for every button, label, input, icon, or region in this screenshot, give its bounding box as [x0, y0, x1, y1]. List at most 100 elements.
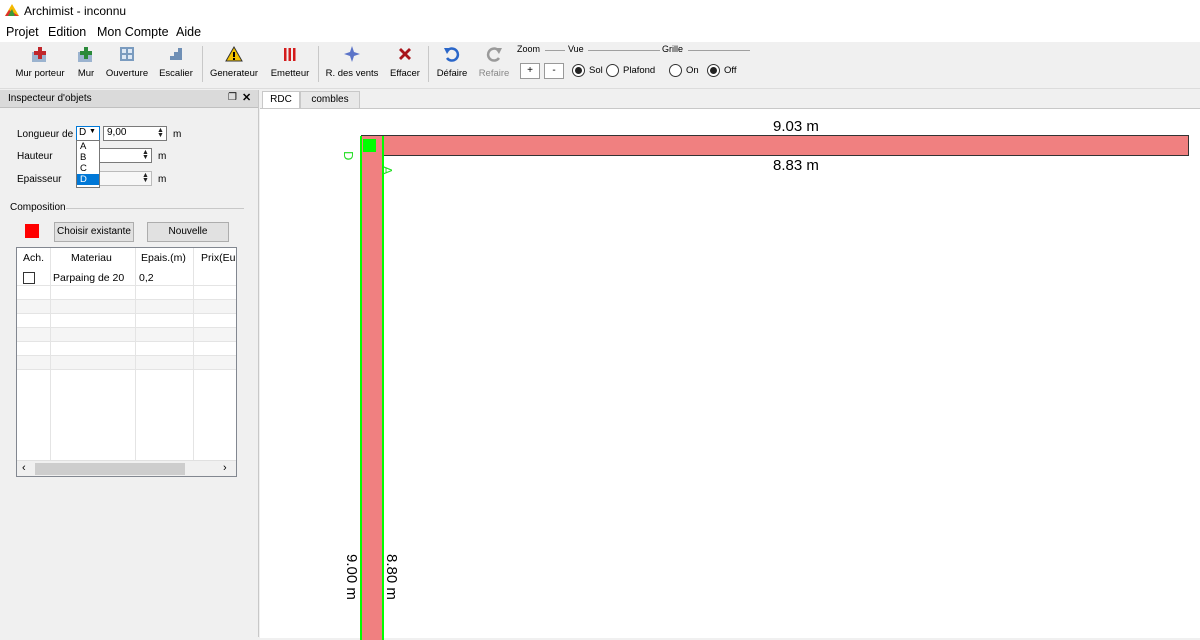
- epaisseur-input[interactable]: ▲ ▼: [98, 171, 152, 186]
- mur-porteur-button[interactable]: Mur porteur: [12, 46, 68, 86]
- dropdown-option-b[interactable]: B: [77, 152, 99, 163]
- chevron-down-icon: ▼: [89, 128, 96, 135]
- wall-left-selected[interactable]: [360, 136, 384, 640]
- wall-top[interactable]: [361, 135, 1189, 156]
- grille-on-label: On: [686, 65, 699, 76]
- toolbar-separator: [318, 46, 319, 82]
- longueur-input[interactable]: 9,00 ▲ ▼: [103, 126, 167, 141]
- col-header-prix[interactable]: Prix(Eu: [201, 252, 235, 264]
- vue-sol-label: Sol: [589, 65, 603, 76]
- vue-sol-radio[interactable]: [572, 64, 585, 77]
- group-line: [688, 50, 750, 51]
- grille-on-radio[interactable]: [669, 64, 682, 77]
- mur-button[interactable]: Mur: [74, 46, 98, 86]
- warning-icon: [208, 45, 260, 68]
- scroll-left-icon[interactable]: ‹: [22, 462, 26, 474]
- zoom-out-button[interactable]: -: [544, 63, 564, 79]
- emetteur-button[interactable]: Emetteur: [268, 46, 312, 86]
- inspector-title: Inspecteur d'objets: [8, 93, 92, 104]
- float-icon[interactable]: ❐: [228, 92, 237, 103]
- scrollbar-thumb[interactable]: [35, 463, 185, 475]
- menu-mon-compte[interactable]: Mon Compte: [97, 25, 169, 39]
- redo-icon: [476, 46, 512, 68]
- dropdown-option-d[interactable]: D: [77, 174, 99, 185]
- col-header-epaisseur[interactable]: Epais.(m): [141, 252, 186, 264]
- plan-canvas[interactable]: 9.03 m 8.83 m D A 9.00 m 8.80 m: [260, 108, 1200, 640]
- rose-des-vents-button[interactable]: R. des vents: [322, 46, 382, 86]
- grille-label: Grille: [662, 44, 684, 54]
- spin-arrows-icon[interactable]: ▲ ▼: [141, 172, 150, 184]
- nouvelle-button[interactable]: Nouvelle: [147, 222, 229, 242]
- effacer-button[interactable]: Effacer: [388, 46, 422, 86]
- dropdown-option-a[interactable]: A: [77, 141, 99, 152]
- vue-label: Vue: [568, 44, 584, 54]
- col-header-ach[interactable]: Ach.: [23, 252, 44, 264]
- dimension-left-outer: 9.00 m: [343, 554, 360, 600]
- window-icon: [104, 46, 150, 68]
- composition-divider: [66, 208, 244, 209]
- escalier-button[interactable]: Escalier: [156, 46, 196, 86]
- col-divider: [50, 248, 51, 462]
- menu-projet[interactable]: Projet: [6, 25, 39, 39]
- radiator-icon: [268, 46, 312, 68]
- window-title: Archimist - inconnu: [24, 4, 127, 18]
- delete-icon: [388, 46, 422, 68]
- dropdown-option-c[interactable]: C: [77, 163, 99, 174]
- wall-add-icon: [12, 46, 68, 68]
- hauteur-unit: m: [158, 151, 167, 162]
- composition-label: Composition: [10, 202, 66, 213]
- scroll-right-icon[interactable]: ›: [223, 462, 227, 474]
- spin-arrows-icon[interactable]: ▲ ▼: [141, 149, 150, 161]
- col-divider: [193, 248, 194, 462]
- compass-icon: [322, 46, 382, 68]
- app-logo-icon: [5, 4, 19, 16]
- col-header-materiau[interactable]: Materiau: [71, 252, 112, 264]
- horizontal-scrollbar[interactable]: ‹ ›: [17, 460, 236, 476]
- hauteur-input[interactable]: ▲ ▼: [98, 148, 152, 163]
- dimension-top-outer: 9.03 m: [773, 118, 819, 135]
- toolbar-separator: [428, 46, 429, 82]
- composition-color-swatch[interactable]: [25, 224, 39, 238]
- segment-label-d: D: [341, 151, 356, 161]
- hauteur-label: Hauteur: [17, 151, 53, 162]
- close-icon[interactable]: ✕: [242, 91, 251, 104]
- row-materiau: Parpaing de 20: [53, 272, 125, 284]
- toolbar-separator: [202, 46, 203, 82]
- longueur-unit: m: [173, 129, 182, 140]
- menu-edition[interactable]: Edition: [48, 25, 86, 39]
- tab-rdc[interactable]: RDC: [262, 91, 300, 108]
- dimension-left-inner: 8.80 m: [383, 554, 400, 600]
- spin-arrows-icon[interactable]: ▲ ▼: [156, 127, 165, 139]
- toolbar: Mur porteur Mur Ouverture Escalier Gener…: [0, 42, 1200, 89]
- undo-icon: [434, 46, 470, 68]
- col-divider: [135, 248, 136, 462]
- generateur-button[interactable]: Generateur: [208, 45, 260, 86]
- dimension-top-inner: 8.83 m: [773, 157, 819, 174]
- corner-handle[interactable]: [363, 139, 376, 152]
- inspector-header: Inspecteur d'objets ❐ ✕: [0, 90, 258, 108]
- row-epaisseur: 0,2: [139, 272, 154, 284]
- grille-off-radio[interactable]: [707, 64, 720, 77]
- zoom-in-button[interactable]: +: [520, 63, 540, 79]
- defaire-button[interactable]: Défaire: [434, 46, 470, 86]
- menu-aide[interactable]: Aide: [176, 25, 201, 39]
- vue-plafond-label: Plafond: [623, 65, 656, 76]
- menu-bar: Projet Edition Mon Compte Aide: [0, 22, 1200, 42]
- grille-off-label: Off: [724, 65, 737, 76]
- row-achat-checkbox[interactable]: [23, 272, 35, 284]
- group-line: [545, 50, 565, 51]
- object-inspector-panel: Inspecteur d'objets ❐ ✕ Longueur de D ▼ …: [0, 90, 259, 637]
- vue-plafond-radio[interactable]: [606, 64, 619, 77]
- group-line: [588, 50, 660, 51]
- refaire-button[interactable]: Refaire: [476, 46, 512, 86]
- longueur-label: Longueur de: [17, 129, 74, 140]
- longueur-side-select[interactable]: D ▼: [76, 126, 100, 141]
- longueur-side-dropdown: A B C D: [76, 140, 100, 188]
- ouverture-button[interactable]: Ouverture: [104, 46, 150, 86]
- title-bar: Archimist - inconnu: [0, 0, 1200, 22]
- zoom-label: Zoom: [517, 44, 541, 54]
- stairs-icon: [156, 46, 196, 68]
- choisir-existante-button[interactable]: Choisir existante: [54, 222, 134, 242]
- epaisseur-unit: m: [158, 174, 167, 185]
- tab-combles[interactable]: combles: [300, 91, 360, 108]
